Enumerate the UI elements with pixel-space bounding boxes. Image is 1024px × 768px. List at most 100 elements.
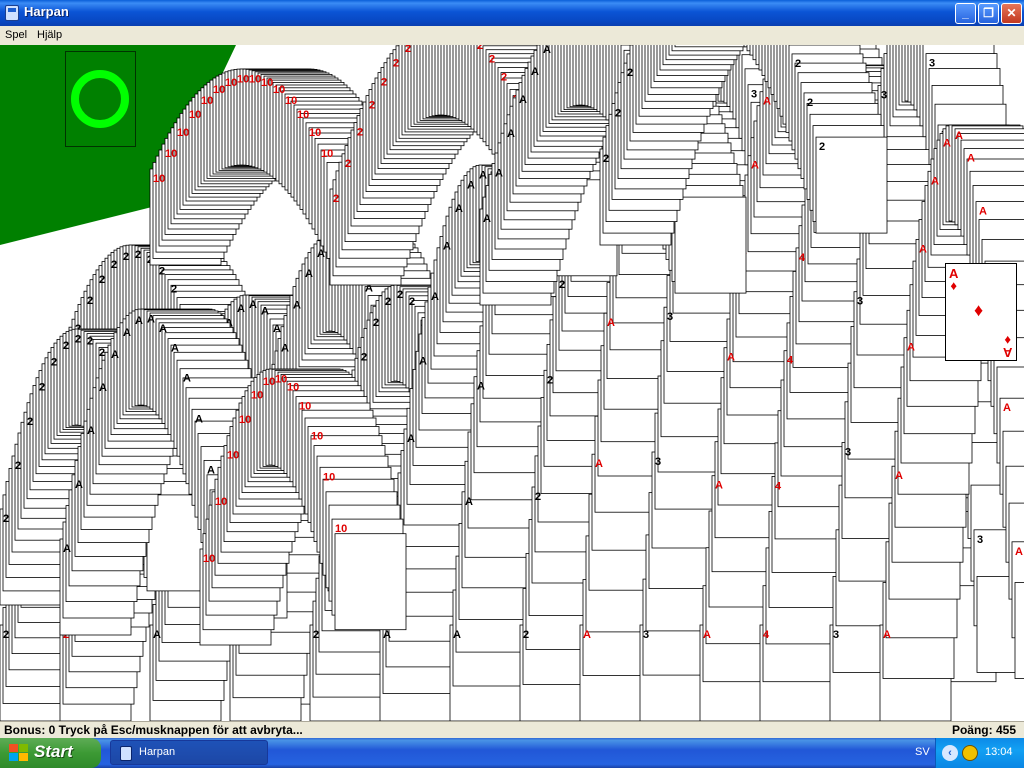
card-rank-label: 2	[615, 107, 621, 119]
maximize-button[interactable]: ❐	[978, 3, 999, 24]
card-rank-label: 2	[373, 317, 379, 329]
card-rank-label: 3	[655, 456, 661, 468]
card-rank-label: 2	[547, 374, 553, 386]
card-rank-label: 2	[27, 416, 33, 428]
start-button[interactable]: Start	[0, 738, 101, 768]
card-rank-label: 2	[393, 58, 399, 70]
card-rank-label: 10	[225, 77, 237, 89]
card-rank-label: 10	[213, 84, 225, 96]
card-rank-label: A	[607, 317, 615, 329]
card-corner-bottom: A ♦	[1002, 333, 1012, 360]
menu-spel[interactable]: Spel	[5, 29, 27, 41]
status-message: Bonus: 0 Tryck på Esc/musknappen för att…	[4, 723, 303, 737]
card-rank-label: A	[751, 160, 759, 172]
windows-flag-icon	[9, 744, 29, 762]
card-rank-label: A	[75, 479, 83, 491]
card-rank-label: A	[1003, 402, 1011, 414]
clock[interactable]: 13:04	[985, 746, 1013, 758]
card-rank-label: 2	[535, 491, 541, 503]
card-rank-label: 2	[523, 629, 529, 641]
card-rank-label: A	[455, 203, 463, 215]
window-title: Harpan	[24, 4, 69, 19]
card-rank-label: 2	[819, 141, 825, 153]
card-rank-label: A	[919, 243, 927, 255]
card-ace-of-diamonds[interactable]: A ♦ ♦ A ♦	[945, 263, 1017, 361]
card-rank-label: 2	[87, 295, 93, 307]
card-rank-label: A	[135, 315, 143, 327]
stock-pile[interactable]	[65, 51, 136, 147]
card-rank-label: 2	[15, 460, 21, 472]
show-hidden-icons-icon[interactable]: ‹	[942, 745, 958, 761]
card-corner-top: A ♦	[949, 266, 959, 293]
card-rank-label: 10	[249, 73, 261, 85]
card-rank-label: 2	[159, 266, 165, 278]
taskbar: Start Harpan SV ‹ 13:04	[0, 738, 1024, 768]
diamond-suit-icon: ♦	[974, 300, 984, 320]
card-rank-label: 2	[489, 54, 495, 66]
card-rank-label: 2	[99, 274, 105, 286]
card-rank-label: 2	[807, 97, 813, 109]
card-rank-label: 2	[333, 193, 339, 205]
card-rank-label: 3	[833, 629, 839, 641]
card-rank-label: A	[543, 45, 551, 56]
card-rank-label: A	[1015, 546, 1023, 558]
card-rank-label: 2	[559, 279, 565, 291]
card-rank-label: 2	[313, 629, 319, 641]
card-rank-label: 10	[239, 414, 251, 426]
card-rank-label: 4	[775, 480, 782, 492]
card-rank-label: A	[147, 314, 155, 326]
network-globe-icon[interactable]	[962, 745, 978, 761]
menu-bar: Spel Hjälp	[0, 26, 1024, 45]
card-rank-label: A	[453, 629, 461, 641]
card-rank-label: 2	[135, 249, 141, 261]
card-rank-label: 2	[603, 153, 609, 165]
card-rank-label: A	[431, 291, 439, 303]
card-rank-label: 10	[215, 496, 227, 508]
card-rank-label: 10	[203, 553, 215, 565]
score-display: Poäng: 455	[951, 723, 1016, 737]
card-rank-label: 2	[3, 513, 9, 525]
card-rank-label: A	[907, 342, 915, 354]
taskbar-item-harpan[interactable]: Harpan	[110, 740, 268, 765]
close-button[interactable]: ✕	[1001, 3, 1022, 24]
card-rank-label: 10	[273, 84, 285, 96]
card-rank-label: A	[383, 629, 391, 641]
card-rank-label: A	[703, 629, 711, 641]
card-rank-label: 2	[409, 296, 415, 308]
card-rank-label: A	[715, 480, 723, 492]
card-rank-label: A	[183, 373, 191, 385]
minimize-icon: _	[962, 6, 969, 20]
card-rank-label: A	[207, 464, 215, 476]
card-rank-label: 3	[929, 58, 935, 70]
card-rank-label: 2	[385, 296, 391, 308]
status-bar: Bonus: 0 Tryck på Esc/musknappen för att…	[0, 721, 1024, 738]
card-rank-label: 3	[881, 89, 887, 101]
card-rank-label: A	[895, 470, 903, 482]
card-rank-label: 3	[643, 629, 649, 641]
card-rank-label: 2	[357, 127, 363, 139]
card-rank-label: 10	[237, 73, 249, 85]
redeal-ring-icon	[71, 70, 129, 128]
game-table[interactable]: 2222222222222222222222222222222222222222…	[0, 45, 1024, 721]
card-rank-label: 2	[405, 45, 411, 55]
harpan-app-icon	[120, 746, 132, 761]
start-label: Start	[34, 742, 73, 761]
card-rank-label: A	[273, 323, 281, 335]
menu-hjalp[interactable]: Hjälp	[37, 29, 62, 41]
card-rank-label: A	[531, 66, 539, 78]
restore-icon: ❐	[983, 6, 994, 20]
card-rank-label: A	[727, 352, 735, 364]
card-rank-label: 10	[335, 523, 347, 535]
card-rank-label: 10	[189, 109, 201, 121]
card-rank-label: 2	[63, 340, 69, 352]
card-rank-label: A	[261, 306, 269, 318]
card-rank-label: 2	[51, 356, 57, 368]
title-bar[interactable]: Harpan _ ❐ ✕	[0, 0, 1024, 26]
app-icon[interactable]	[5, 5, 19, 21]
language-indicator[interactable]: SV	[915, 746, 930, 758]
card-rank-label: 2	[381, 77, 387, 89]
card-rank-label: 3	[977, 534, 983, 546]
minimize-button[interactable]: _	[955, 3, 976, 24]
card-rank-label: A	[883, 629, 891, 641]
card-rank-label: A	[419, 355, 427, 367]
